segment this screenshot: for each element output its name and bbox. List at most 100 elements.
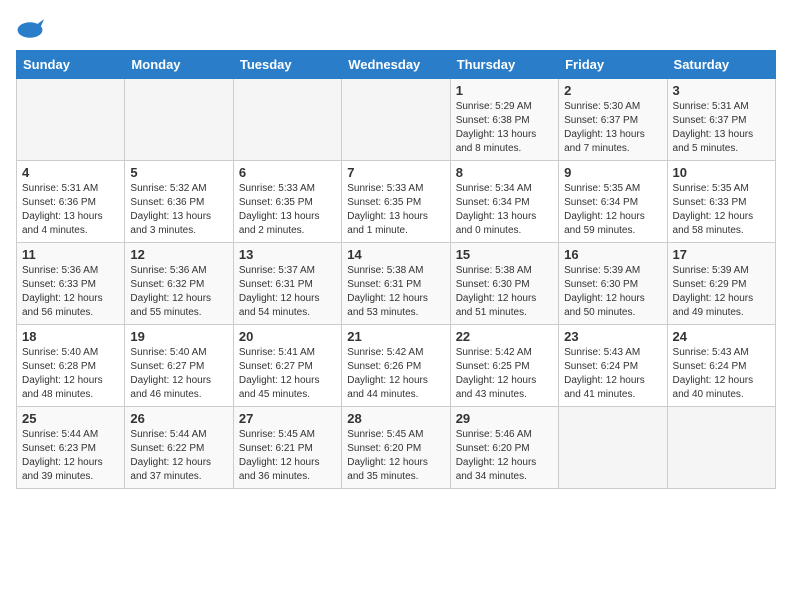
day-cell: 18 Sunrise: 5:40 AM Sunset: 6:28 PM Dayli…: [17, 325, 125, 407]
day-cell: [125, 79, 233, 161]
logo-icon: [16, 16, 44, 44]
day-cell: 14 Sunrise: 5:38 AM Sunset: 6:31 PM Dayli…: [342, 243, 450, 325]
day-cell: [17, 79, 125, 161]
day-number: 28: [347, 411, 444, 426]
day-info: Sunrise: 5:36 AM Sunset: 6:33 PM Dayligh…: [22, 264, 119, 320]
day-info: Sunrise: 5:31 AM Sunset: 6:36 PM Dayligh…: [22, 182, 119, 238]
day-cell: 15 Sunrise: 5:38 AM Sunset: 6:30 PM Dayli…: [450, 243, 558, 325]
header: [16, 16, 776, 44]
day-cell: [342, 79, 450, 161]
day-cell: 16 Sunrise: 5:39 AM Sunset: 6:30 PM Dayli…: [559, 243, 667, 325]
day-number: 24: [673, 329, 770, 344]
day-info: Sunrise: 5:39 AM Sunset: 6:29 PM Dayligh…: [673, 264, 770, 320]
day-info: Sunrise: 5:37 AM Sunset: 6:31 PM Dayligh…: [239, 264, 336, 320]
day-info: Sunrise: 5:33 AM Sunset: 6:35 PM Dayligh…: [239, 182, 336, 238]
weekday-header-monday: Monday: [125, 51, 233, 79]
day-cell: [233, 79, 341, 161]
week-row-4: 18 Sunrise: 5:40 AM Sunset: 6:28 PM Dayli…: [17, 325, 776, 407]
day-cell: 23Sunrise: 5:43 AM Sunset: 6:24 PM Dayli…: [559, 325, 667, 407]
day-number: 27: [239, 411, 336, 426]
day-cell: 25 Sunrise: 5:44 AM Sunset: 6:23 PM Dayli…: [17, 407, 125, 489]
day-info: Sunrise: 5:44 AM Sunset: 6:22 PM Dayligh…: [130, 428, 227, 484]
week-row-5: 25 Sunrise: 5:44 AM Sunset: 6:23 PM Dayli…: [17, 407, 776, 489]
day-info: Sunrise: 5:40 AM Sunset: 6:27 PM Dayligh…: [130, 346, 227, 402]
day-info: Sunrise: 5:38 AM Sunset: 6:31 PM Dayligh…: [347, 264, 444, 320]
day-number: 26: [130, 411, 227, 426]
day-info: Sunrise: 5:35 AM Sunset: 6:34 PM Dayligh…: [564, 182, 661, 238]
day-cell: 19 Sunrise: 5:40 AM Sunset: 6:27 PM Dayli…: [125, 325, 233, 407]
day-info: Sunrise: 5:31 AM Sunset: 6:37 PM Dayligh…: [673, 100, 770, 156]
day-cell: 20 Sunrise: 5:41 AM Sunset: 6:27 PM Dayli…: [233, 325, 341, 407]
calendar-body: 1Sunrise: 5:29 AM Sunset: 6:38 PM Daylig…: [17, 79, 776, 489]
week-row-3: 11 Sunrise: 5:36 AM Sunset: 6:33 PM Dayli…: [17, 243, 776, 325]
weekday-header-thursday: Thursday: [450, 51, 558, 79]
day-info: Sunrise: 5:38 AM Sunset: 6:30 PM Dayligh…: [456, 264, 553, 320]
day-info: Sunrise: 5:34 AM Sunset: 6:34 PM Dayligh…: [456, 182, 553, 238]
day-cell: 28 Sunrise: 5:45 AM Sunset: 6:20 PM Dayli…: [342, 407, 450, 489]
day-number: 21: [347, 329, 444, 344]
weekday-row: SundayMondayTuesdayWednesdayThursdayFrid…: [17, 51, 776, 79]
day-cell: 24Sunrise: 5:43 AM Sunset: 6:24 PM Dayli…: [667, 325, 775, 407]
day-number: 18: [22, 329, 119, 344]
day-number: 12: [130, 247, 227, 262]
day-number: 15: [456, 247, 553, 262]
day-info: Sunrise: 5:44 AM Sunset: 6:23 PM Dayligh…: [22, 428, 119, 484]
day-number: 8: [456, 165, 553, 180]
weekday-header-friday: Friday: [559, 51, 667, 79]
day-cell: 6Sunrise: 5:33 AM Sunset: 6:35 PM Daylig…: [233, 161, 341, 243]
day-number: 13: [239, 247, 336, 262]
day-number: 16: [564, 247, 661, 262]
day-info: Sunrise: 5:43 AM Sunset: 6:24 PM Dayligh…: [564, 346, 661, 402]
day-number: 10: [673, 165, 770, 180]
day-info: Sunrise: 5:42 AM Sunset: 6:26 PM Dayligh…: [347, 346, 444, 402]
day-info: Sunrise: 5:30 AM Sunset: 6:37 PM Dayligh…: [564, 100, 661, 156]
day-number: 29: [456, 411, 553, 426]
day-cell: 11 Sunrise: 5:36 AM Sunset: 6:33 PM Dayli…: [17, 243, 125, 325]
day-cell: [559, 407, 667, 489]
day-cell: [667, 407, 775, 489]
day-cell: 3 Sunrise: 5:31 AM Sunset: 6:37 PM Daylig…: [667, 79, 775, 161]
day-info: Sunrise: 5:36 AM Sunset: 6:32 PM Dayligh…: [130, 264, 227, 320]
day-cell: 5Sunrise: 5:32 AM Sunset: 6:36 PM Daylig…: [125, 161, 233, 243]
day-cell: 10 Sunrise: 5:35 AM Sunset: 6:33 PM Dayli…: [667, 161, 775, 243]
day-info: Sunrise: 5:45 AM Sunset: 6:20 PM Dayligh…: [347, 428, 444, 484]
day-info: Sunrise: 5:46 AM Sunset: 6:20 PM Dayligh…: [456, 428, 553, 484]
day-cell: 8 Sunrise: 5:34 AM Sunset: 6:34 PM Daylig…: [450, 161, 558, 243]
day-number: 11: [22, 247, 119, 262]
calendar-table: SundayMondayTuesdayWednesdayThursdayFrid…: [16, 50, 776, 489]
logo: [16, 16, 48, 44]
weekday-header-saturday: Saturday: [667, 51, 775, 79]
day-info: Sunrise: 5:45 AM Sunset: 6:21 PM Dayligh…: [239, 428, 336, 484]
day-cell: 21 Sunrise: 5:42 AM Sunset: 6:26 PM Dayli…: [342, 325, 450, 407]
day-cell: 7Sunrise: 5:33 AM Sunset: 6:35 PM Daylig…: [342, 161, 450, 243]
day-cell: 2 Sunrise: 5:30 AM Sunset: 6:37 PM Daylig…: [559, 79, 667, 161]
day-info: Sunrise: 5:40 AM Sunset: 6:28 PM Dayligh…: [22, 346, 119, 402]
calendar-header: SundayMondayTuesdayWednesdayThursdayFrid…: [17, 51, 776, 79]
day-info: Sunrise: 5:42 AM Sunset: 6:25 PM Dayligh…: [456, 346, 553, 402]
day-info: Sunrise: 5:41 AM Sunset: 6:27 PM Dayligh…: [239, 346, 336, 402]
day-cell: 12 Sunrise: 5:36 AM Sunset: 6:32 PM Dayli…: [125, 243, 233, 325]
day-info: Sunrise: 5:39 AM Sunset: 6:30 PM Dayligh…: [564, 264, 661, 320]
day-number: 9: [564, 165, 661, 180]
day-number: 5: [130, 165, 227, 180]
weekday-header-tuesday: Tuesday: [233, 51, 341, 79]
day-cell: 13 Sunrise: 5:37 AM Sunset: 6:31 PM Dayli…: [233, 243, 341, 325]
day-cell: 17 Sunrise: 5:39 AM Sunset: 6:29 PM Dayli…: [667, 243, 775, 325]
day-cell: 1Sunrise: 5:29 AM Sunset: 6:38 PM Daylig…: [450, 79, 558, 161]
day-number: 17: [673, 247, 770, 262]
day-number: 7: [347, 165, 444, 180]
day-cell: 4Sunrise: 5:31 AM Sunset: 6:36 PM Daylig…: [17, 161, 125, 243]
day-number: 19: [130, 329, 227, 344]
day-number: 25: [22, 411, 119, 426]
day-number: 20: [239, 329, 336, 344]
weekday-header-sunday: Sunday: [17, 51, 125, 79]
week-row-2: 4Sunrise: 5:31 AM Sunset: 6:36 PM Daylig…: [17, 161, 776, 243]
day-number: 14: [347, 247, 444, 262]
day-number: 2: [564, 83, 661, 98]
day-number: 22: [456, 329, 553, 344]
day-info: Sunrise: 5:35 AM Sunset: 6:33 PM Dayligh…: [673, 182, 770, 238]
day-info: Sunrise: 5:29 AM Sunset: 6:38 PM Dayligh…: [456, 100, 553, 156]
day-number: 3: [673, 83, 770, 98]
day-cell: 29 Sunrise: 5:46 AM Sunset: 6:20 PM Dayli…: [450, 407, 558, 489]
week-row-1: 1Sunrise: 5:29 AM Sunset: 6:38 PM Daylig…: [17, 79, 776, 161]
